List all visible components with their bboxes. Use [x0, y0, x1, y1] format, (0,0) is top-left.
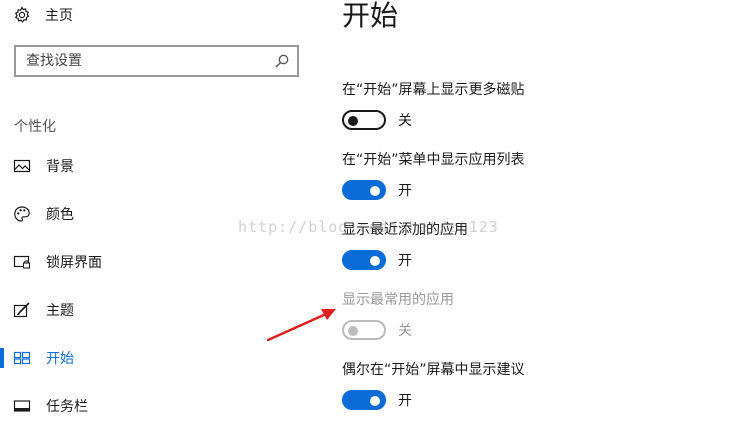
- toggle-state-label: 开: [398, 253, 412, 269]
- setting-label: 在“开始”屏幕上显示更多磁贴: [342, 82, 525, 98]
- toggle-knob: [370, 396, 380, 406]
- palette-icon: [13, 205, 31, 223]
- setting-label: 显示最近添加的应用: [342, 222, 468, 238]
- section-label-personalization: 个性化: [14, 119, 56, 135]
- main-content: 开始 在“开始”屏幕上显示更多磁贴 关 在“开始”菜单中显示应用列表 开 显示最…: [342, 0, 742, 434]
- toggle-state-label: 关: [398, 323, 412, 339]
- sidebar-item-label: 任务栏: [46, 399, 88, 415]
- setting-recently-added: 显示最近添加的应用 开: [342, 220, 742, 271]
- setting-most-used: 显示最常用的应用 关: [342, 290, 742, 341]
- search-icon[interactable]: [271, 50, 293, 72]
- setting-suggestions: 偶尔在“开始”屏幕中显示建议 开: [342, 360, 742, 411]
- home-label: 主页: [45, 8, 73, 24]
- sidebar-item-background[interactable]: 背景: [0, 148, 320, 184]
- sidebar-item-label: 颜色: [46, 207, 74, 223]
- search-input[interactable]: [16, 48, 271, 74]
- home-nav-item[interactable]: 主页: [13, 4, 73, 26]
- toggle-knob: [348, 116, 358, 126]
- setting-label: 在“开始”菜单中显示应用列表: [342, 152, 525, 168]
- gear-icon: [13, 6, 31, 24]
- lock-screen-icon: [13, 253, 31, 271]
- settings-window: 主页 个性化 背景: [0, 0, 748, 434]
- start-tiles-icon: [13, 349, 31, 367]
- sidebar-item-taskbar[interactable]: 任务栏: [0, 388, 320, 424]
- sidebar-item-lock-screen[interactable]: 锁屏界面: [0, 244, 320, 280]
- toggle-state-label: 开: [398, 183, 412, 199]
- toggle-knob: [370, 256, 380, 266]
- toggle-knob: [370, 186, 380, 196]
- sidebar-item-themes[interactable]: 主题: [0, 292, 320, 328]
- theme-brush-icon: [13, 301, 31, 319]
- toggle-switch[interactable]: [342, 180, 386, 200]
- toggle-switch: [342, 320, 386, 340]
- sidebar-item-label: 背景: [46, 159, 74, 175]
- search-box[interactable]: [14, 45, 299, 77]
- taskbar-icon: [13, 397, 31, 415]
- toggle-switch[interactable]: [342, 390, 386, 410]
- page-title: 开始: [342, 0, 399, 32]
- toggle-switch[interactable]: [342, 250, 386, 270]
- toggle-state-label: 开: [398, 393, 412, 409]
- setting-more-tiles: 在“开始”屏幕上显示更多磁贴 关: [342, 80, 742, 131]
- sidebar-item-label: 开始: [46, 351, 74, 367]
- toggle-switch[interactable]: [342, 110, 386, 130]
- sidebar-item-label: 主题: [46, 303, 74, 319]
- sidebar-item-start[interactable]: 开始: [0, 340, 320, 376]
- toggle-knob: [348, 326, 358, 336]
- toggle-state-label: 关: [398, 113, 412, 129]
- sidebar-item-colors[interactable]: 颜色: [0, 196, 320, 232]
- sidebar-item-label: 锁屏界面: [46, 255, 102, 271]
- setting-label: 显示最常用的应用: [342, 292, 454, 308]
- setting-app-list: 在“开始”菜单中显示应用列表 开: [342, 150, 742, 201]
- sidebar: 主页 个性化 背景: [0, 0, 320, 434]
- setting-label: 偶尔在“开始”屏幕中显示建议: [342, 362, 525, 378]
- picture-icon: [13, 157, 31, 175]
